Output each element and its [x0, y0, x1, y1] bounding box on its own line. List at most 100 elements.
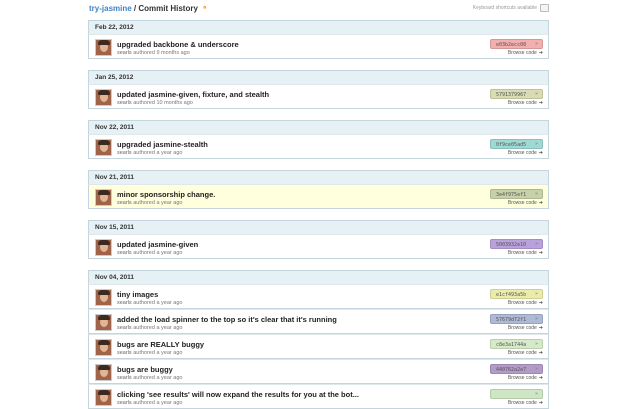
- avatar[interactable]: [95, 139, 112, 156]
- author-name[interactable]: searls: [117, 300, 132, 306]
- authored-label: authored: [133, 350, 155, 356]
- authored-label: authored: [133, 50, 155, 56]
- avatar[interactable]: [95, 364, 112, 381]
- author-name[interactable]: searls: [117, 375, 132, 381]
- commit-meta: searls authored a year ago: [117, 200, 182, 206]
- authored-label: authored: [133, 375, 155, 381]
- author-name[interactable]: searls: [117, 150, 132, 156]
- commit-row[interactable]: bugs are REALLY buggy searls authored a y…: [88, 334, 549, 359]
- commit-meta: searls authored a year ago: [117, 250, 182, 256]
- browse-code-label: Browse code: [507, 350, 537, 356]
- commit-meta: searls authored 9 months ago: [117, 50, 190, 56]
- author-name[interactable]: searls: [117, 400, 132, 406]
- commit-row[interactable]: added the load spinner to the top so it'…: [88, 309, 549, 334]
- avatar[interactable]: [95, 189, 112, 206]
- commit-row[interactable]: tiny images searls authored a year ago e1c…: [88, 284, 549, 309]
- browse-code-link[interactable]: Browse code ➔: [508, 200, 543, 206]
- commit-sha-button[interactable]: e03b2ecc08 »: [490, 39, 543, 49]
- commit-meta: searls authored a year ago: [117, 300, 182, 306]
- commit-sha-button[interactable]: c8e3a1744a »: [490, 339, 543, 349]
- commit-row[interactable]: bugs are buggy searls authored a year ago…: [88, 359, 549, 384]
- browse-code-link[interactable]: Browse code ➔: [508, 300, 543, 306]
- commit-sha: 440762a2e7: [496, 367, 527, 373]
- commit-time: a year ago: [156, 150, 183, 156]
- chevron-right-icon: »: [534, 191, 538, 197]
- author-name[interactable]: searls: [117, 100, 132, 106]
- commit-row[interactable]: updated jasmine-given searls authored a y…: [88, 234, 549, 259]
- author-name[interactable]: searls: [117, 350, 132, 356]
- authored-label: authored: [133, 100, 155, 106]
- commit-sha-button[interactable]: e1cf493a5b »: [490, 289, 543, 299]
- commit-message[interactable]: upgraded jasmine-stealth: [117, 140, 208, 149]
- browse-code-link[interactable]: Browse code ➔: [508, 400, 543, 406]
- browse-code-link[interactable]: Browse code ➔: [508, 325, 543, 331]
- arrow-right-icon: ➔: [538, 350, 543, 356]
- commit-sha-button[interactable]: 0f9ce05ad5 »: [490, 139, 543, 149]
- keyboard-icon[interactable]: [540, 4, 549, 12]
- authored-label: authored: [133, 325, 155, 331]
- avatar[interactable]: [95, 89, 112, 106]
- commit-sha-button[interactable]: 5791379967 »: [490, 89, 543, 99]
- commit-sha: 57679d72f1: [496, 317, 527, 323]
- commit-meta: searls authored a year ago: [117, 400, 182, 406]
- commit-row[interactable]: updated jasmine-given, fixture, and stea…: [88, 84, 549, 109]
- arrow-right-icon: ➔: [538, 50, 543, 56]
- commit-sha-button[interactable]: 3e4f975ef1 »: [490, 189, 543, 199]
- author-name[interactable]: searls: [117, 325, 132, 331]
- avatar[interactable]: [95, 389, 112, 406]
- author-name[interactable]: searls: [117, 50, 132, 56]
- rss-icon[interactable]: ⚬: [202, 4, 208, 12]
- commit-message[interactable]: added the load spinner to the top so it'…: [117, 315, 337, 324]
- arrow-right-icon: ➔: [538, 300, 543, 306]
- page-title: try-jasmine / Commit History ⚬: [89, 4, 208, 13]
- browse-code-link[interactable]: Browse code ➔: [508, 250, 543, 256]
- avatar[interactable]: [95, 39, 112, 56]
- avatar[interactable]: [95, 339, 112, 356]
- commit-sha: c8e3a1744a: [496, 342, 527, 348]
- commit-sha: e1cf493a5b: [496, 292, 527, 298]
- commit-meta: searls authored a year ago: [117, 350, 182, 356]
- commit-message[interactable]: clicking 'see results' will now expand t…: [117, 390, 359, 399]
- author-name[interactable]: searls: [117, 250, 132, 256]
- commit-row[interactable]: minor sponsorship change. searls authored…: [88, 184, 549, 209]
- authored-label: authored: [133, 200, 155, 206]
- commit-time: a year ago: [156, 375, 183, 381]
- keyboard-shortcuts-label[interactable]: Keyboard shortcuts available: [473, 5, 537, 11]
- commit-meta: searls authored 10 months ago: [117, 100, 193, 106]
- arrow-right-icon: ➔: [538, 375, 543, 381]
- browse-code-link[interactable]: Browse code ➔: [508, 350, 543, 356]
- commit-sha-button[interactable]: »: [490, 389, 543, 399]
- page-header: try-jasmine / Commit History ⚬ Keyboard s…: [89, 4, 549, 16]
- commit-time: a year ago: [156, 400, 183, 406]
- avatar[interactable]: [95, 289, 112, 306]
- avatar[interactable]: [95, 239, 112, 256]
- commit-message[interactable]: upgraded backbone & underscore: [117, 40, 239, 49]
- commit-message[interactable]: updated jasmine-given, fixture, and stea…: [117, 90, 269, 99]
- commit-meta: searls authored a year ago: [117, 150, 182, 156]
- commit-sha-button[interactable]: 440762a2e7 »: [490, 364, 543, 374]
- day-header: Jan 25, 2012: [88, 70, 549, 84]
- arrow-right-icon: ➔: [538, 200, 543, 206]
- author-name[interactable]: searls: [117, 200, 132, 206]
- commit-sha-button[interactable]: 5003932e10 »: [490, 239, 543, 249]
- commit-message[interactable]: tiny images: [117, 290, 158, 299]
- arrow-right-icon: ➔: [538, 100, 543, 106]
- commit-message[interactable]: minor sponsorship change.: [117, 190, 215, 199]
- commit-message[interactable]: updated jasmine-given: [117, 240, 198, 249]
- commit-row[interactable]: clicking 'see results' will now expand t…: [88, 384, 549, 409]
- commit-meta: searls authored a year ago: [117, 325, 182, 331]
- commit-sha: e03b2ecc08: [496, 42, 527, 48]
- commit-row[interactable]: upgraded jasmine-stealth searls authored …: [88, 134, 549, 159]
- commit-message[interactable]: bugs are buggy: [117, 365, 173, 374]
- commit-message[interactable]: bugs are REALLY buggy: [117, 340, 204, 349]
- browse-code-link[interactable]: Browse code ➔: [508, 375, 543, 381]
- commit-time: 10 months ago: [156, 100, 193, 106]
- repo-link[interactable]: try-jasmine: [89, 4, 132, 13]
- authored-label: authored: [133, 300, 155, 306]
- browse-code-link[interactable]: Browse code ➔: [508, 50, 543, 56]
- avatar[interactable]: [95, 314, 112, 331]
- browse-code-link[interactable]: Browse code ➔: [508, 100, 543, 106]
- commit-sha-button[interactable]: 57679d72f1 »: [490, 314, 543, 324]
- browse-code-link[interactable]: Browse code ➔: [508, 150, 543, 156]
- commit-row[interactable]: upgraded backbone & underscore searls aut…: [88, 34, 549, 59]
